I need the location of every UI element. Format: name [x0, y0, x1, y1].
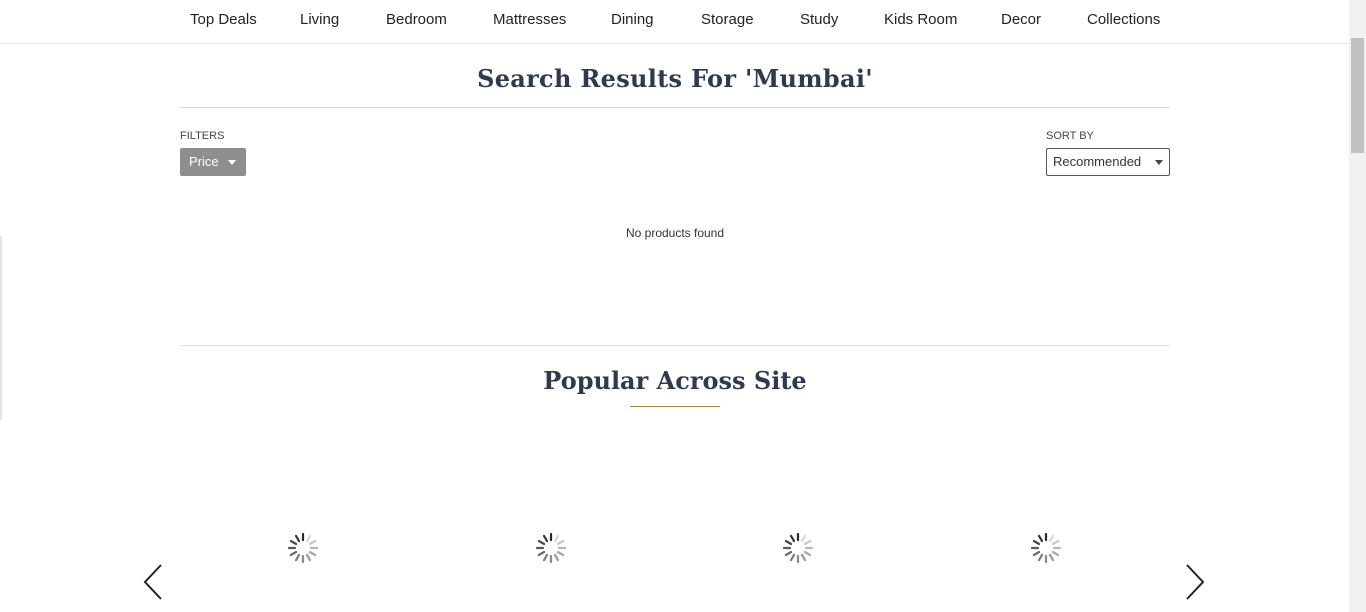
spinner-spoke [537, 550, 546, 557]
spinner-spoke [308, 539, 317, 546]
chevron-left-icon[interactable] [141, 562, 167, 602]
spinner-spoke [803, 539, 812, 546]
loading-spinner-icon [535, 532, 567, 564]
spinner-spoke [789, 534, 796, 543]
spinner-spoke [789, 553, 796, 562]
spinner-spoke [1048, 534, 1055, 543]
spinner-spoke [1037, 534, 1044, 543]
spinner-spoke [1032, 550, 1041, 557]
loading-spinner-icon [1030, 532, 1062, 564]
nav-item-dining[interactable]: Dining [611, 11, 654, 28]
spinner-spoke [289, 550, 298, 557]
caret-down-icon [1155, 160, 1163, 165]
chevron-right-icon[interactable] [1181, 562, 1207, 602]
spinner-spoke [542, 553, 549, 562]
nav-item-storage[interactable]: Storage [701, 11, 754, 28]
spinner-spoke [784, 550, 793, 557]
spinner-spoke [289, 539, 298, 546]
spinner-spoke [1051, 539, 1060, 546]
nav-item-top-deals[interactable]: Top Deals [190, 11, 257, 28]
spinner-spoke [803, 550, 812, 557]
loading-spinner-icon [287, 532, 319, 564]
side-edge-tab[interactable] [0, 236, 2, 420]
spinner-spoke [553, 534, 560, 543]
popular-title-underline [630, 406, 720, 407]
spinner-spoke [1051, 550, 1060, 557]
spinner-spoke [784, 539, 793, 546]
spinner-spoke [308, 550, 317, 557]
spinner-spoke [294, 553, 301, 562]
price-filter-button[interactable]: Price [180, 148, 246, 176]
spinner-spoke [294, 534, 301, 543]
page-title: Search Results For 'Mumbai' [477, 64, 873, 93]
title-divider [180, 107, 1170, 108]
filters-label: FILTERS [180, 130, 225, 142]
spinner-spoke [556, 550, 565, 557]
sort-selected-value: Recommended [1053, 154, 1142, 169]
spinner-spoke [800, 553, 807, 562]
nav-item-bedroom[interactable]: Bedroom [386, 11, 447, 28]
section-divider [180, 345, 1170, 346]
spinner-spoke [542, 534, 549, 543]
nav-item-living[interactable]: Living [300, 11, 339, 28]
spinner-spoke [537, 539, 546, 546]
spinner-spoke [305, 553, 312, 562]
nav-item-decor[interactable]: Decor [1001, 11, 1041, 28]
popular-section-title: Popular Across Site [543, 366, 807, 395]
loading-spinner-icon [782, 532, 814, 564]
spinner-spoke [1037, 553, 1044, 562]
nav-item-kids-room[interactable]: Kids Room [884, 11, 957, 28]
nav-item-mattresses[interactable]: Mattresses [493, 11, 566, 28]
no-products-message: No products found [625, 226, 725, 240]
spinner-spoke [1048, 553, 1055, 562]
caret-down-icon [228, 160, 236, 165]
spinner-spoke [305, 534, 312, 543]
nav-item-study[interactable]: Study [800, 11, 838, 28]
spinner-spoke [800, 534, 807, 543]
spinner-spoke [1032, 539, 1041, 546]
scrollbar-thumb[interactable] [1351, 38, 1364, 153]
price-filter-label: Price [189, 154, 219, 169]
vertical-scrollbar[interactable] [1349, 0, 1366, 612]
spinner-spoke [553, 553, 560, 562]
sort-by-label: SORT BY [1046, 130, 1094, 142]
main-nav: Top Deals Living Bedroom Mattresses Dini… [0, 0, 1349, 44]
nav-item-collections[interactable]: Collections [1087, 11, 1160, 28]
spinner-spoke [556, 539, 565, 546]
sort-select[interactable]: Recommended [1046, 148, 1170, 176]
